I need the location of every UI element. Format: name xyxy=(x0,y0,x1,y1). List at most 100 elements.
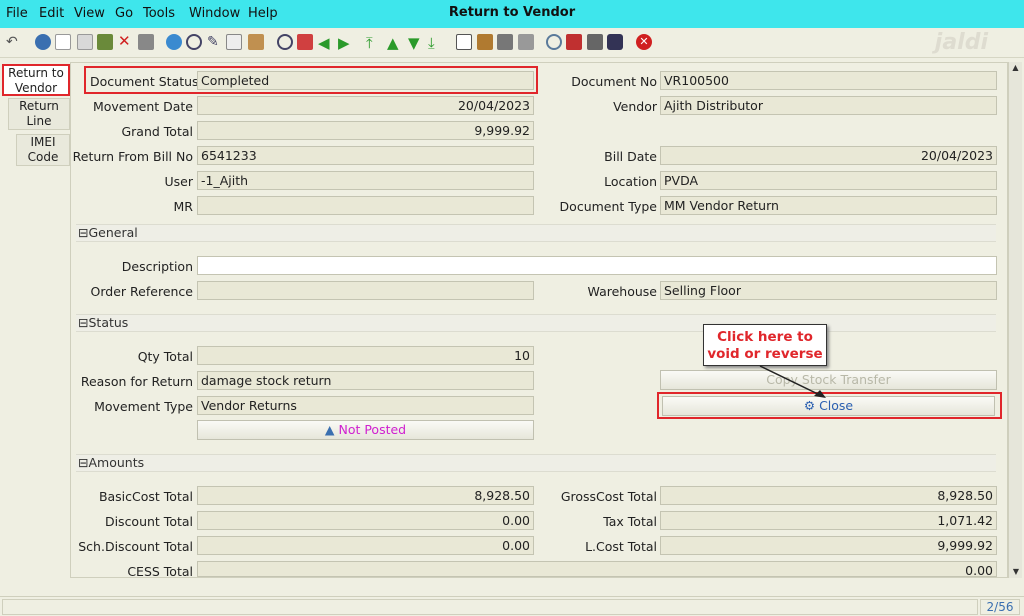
sch-discount-field[interactable]: 0.00 xyxy=(197,536,534,555)
not-posted-label: Not Posted xyxy=(338,422,407,437)
next-record-icon[interactable]: ▼ xyxy=(408,34,424,52)
movement-type-label: Movement Type xyxy=(94,399,193,414)
delete-icon[interactable]: ✕ xyxy=(118,34,134,50)
bill-date-label: Bill Date xyxy=(604,149,657,164)
tab-return-line[interactable]: Return Line xyxy=(8,98,70,130)
print-icon[interactable] xyxy=(518,34,534,50)
sch-discount-label: Sch.Discount Total xyxy=(78,539,193,554)
save-icon[interactable] xyxy=(97,34,113,50)
find-icon[interactable] xyxy=(186,34,202,50)
discount-field[interactable]: 0.00 xyxy=(197,511,534,530)
qty-total-label: Qty Total xyxy=(137,349,193,364)
collapse-icon: ⊟ xyxy=(78,455,89,470)
parent-icon[interactable]: ◀ xyxy=(318,34,334,52)
qty-total-field[interactable]: 10 xyxy=(197,346,534,365)
zoom-icon[interactable] xyxy=(546,34,562,50)
return-bill-no-field[interactable]: 6541233 xyxy=(197,146,534,165)
bill-date-field[interactable]: 20/04/2023 xyxy=(660,146,997,165)
tax-label: Tax Total xyxy=(603,514,657,529)
gross-cost-field[interactable]: 8,928.50 xyxy=(660,486,997,505)
history-icon[interactable] xyxy=(248,34,264,50)
detail-icon[interactable]: ▶ xyxy=(338,34,354,52)
menu-view[interactable]: View xyxy=(74,6,105,21)
cess-label: CESS Total xyxy=(127,564,193,579)
menu-file[interactable]: File xyxy=(6,6,28,21)
arrow-line xyxy=(759,365,823,397)
undo-icon[interactable]: ↶ xyxy=(6,34,22,50)
new-record-icon[interactable] xyxy=(55,34,71,50)
clock-icon[interactable] xyxy=(277,34,293,50)
section-general[interactable]: ⊟General xyxy=(76,224,996,242)
disk-icon[interactable] xyxy=(138,34,154,50)
home-icon[interactable] xyxy=(297,34,313,50)
chat-icon[interactable] xyxy=(226,34,242,50)
doc-status-label: Document Status xyxy=(90,74,199,89)
grand-total-field[interactable]: 9,999.92 xyxy=(197,121,534,140)
exit-icon[interactable]: ✕ xyxy=(636,34,652,50)
menu-edit[interactable]: Edit xyxy=(39,6,64,21)
order-ref-label: Order Reference xyxy=(90,284,193,299)
previous-record-icon[interactable]: ▲ xyxy=(387,34,403,52)
workflow-icon[interactable] xyxy=(566,34,582,50)
reason-label: Reason for Return xyxy=(80,374,193,389)
doc-type-field[interactable]: MM Vendor Return xyxy=(660,196,997,215)
lcost-field[interactable]: 9,999.92 xyxy=(660,536,997,555)
chart-icon: ▲ xyxy=(324,422,339,437)
record-counter: 2/56 xyxy=(980,599,1020,615)
first-record-icon[interactable]: ⤒ xyxy=(366,34,382,52)
tab-strip: Return to Vendor Return Line IMEI Code xyxy=(0,62,70,582)
section-amounts-title: Amounts xyxy=(88,455,145,470)
refresh-icon[interactable] xyxy=(166,34,182,50)
movement-type-field[interactable]: Vendor Returns xyxy=(197,396,534,415)
menu-bar: File Edit View Go Tools Window Help Retu… xyxy=(0,0,1024,28)
vendor-field[interactable]: Ajith Distributor xyxy=(660,96,997,115)
menu-help[interactable]: Help xyxy=(248,6,278,21)
scroll-down-icon[interactable]: ▼ xyxy=(1009,567,1023,576)
section-status[interactable]: ⊟Status xyxy=(76,314,996,332)
product-info-icon[interactable] xyxy=(587,34,603,50)
doc-no-field[interactable]: VR100500 xyxy=(660,71,997,90)
location-label: Location xyxy=(604,174,657,189)
vertical-scrollbar[interactable]: ▲ ▼ xyxy=(1008,62,1022,578)
section-status-title: Status xyxy=(88,315,129,330)
reason-field[interactable]: damage stock return xyxy=(197,371,534,390)
tax-field[interactable]: 1,071.42 xyxy=(660,511,997,530)
archive-icon[interactable] xyxy=(477,34,493,50)
movement-date-field[interactable]: 20/04/2023 xyxy=(197,96,534,115)
movement-date-label: Movement Date xyxy=(92,99,193,114)
mr-label: MR xyxy=(173,199,193,214)
description-input[interactable] xyxy=(197,256,997,275)
basic-cost-field[interactable]: 8,928.50 xyxy=(197,486,534,505)
report-icon[interactable] xyxy=(456,34,472,50)
last-record-icon[interactable]: ⤓ xyxy=(428,34,444,52)
not-posted-button[interactable]: ▲ Not Posted xyxy=(197,420,534,440)
lcost-label: L.Cost Total xyxy=(585,539,657,554)
menu-go[interactable]: Go xyxy=(115,6,133,21)
tab-return-to-vendor[interactable]: Return to Vendor xyxy=(2,64,70,96)
vendor-label: Vendor xyxy=(613,99,657,114)
location-field[interactable]: PVDA xyxy=(660,171,997,190)
section-amounts[interactable]: ⊟Amounts xyxy=(76,454,996,472)
gross-cost-label: GrossCost Total xyxy=(560,489,657,504)
tab-imei-code[interactable]: IMEI Code xyxy=(16,134,70,166)
stamp-icon[interactable] xyxy=(607,34,623,50)
cess-field[interactable]: 0.00 xyxy=(197,561,997,577)
help-icon[interactable] xyxy=(35,34,51,50)
menu-window[interactable]: Window xyxy=(189,6,240,21)
menu-tools[interactable]: Tools xyxy=(143,6,175,21)
copy-record-icon[interactable] xyxy=(77,34,93,50)
mr-field[interactable] xyxy=(197,196,534,215)
order-ref-field[interactable] xyxy=(197,281,534,300)
user-field[interactable]: -1_Ajith xyxy=(197,171,534,190)
print-preview-icon[interactable] xyxy=(497,34,513,50)
doc-status-field[interactable]: Completed xyxy=(197,71,534,90)
callout-arrow xyxy=(759,365,826,398)
scroll-up-icon[interactable]: ▲ xyxy=(1009,63,1022,72)
doc-no-label: Document No xyxy=(571,74,657,89)
attachment-icon[interactable]: ✎ xyxy=(207,34,223,50)
status-message xyxy=(2,599,978,615)
section-general-title: General xyxy=(88,225,138,240)
warehouse-field[interactable]: Selling Floor xyxy=(660,281,997,300)
basic-cost-label: BasicCost Total xyxy=(98,489,193,504)
grand-total-label: Grand Total xyxy=(121,124,193,139)
